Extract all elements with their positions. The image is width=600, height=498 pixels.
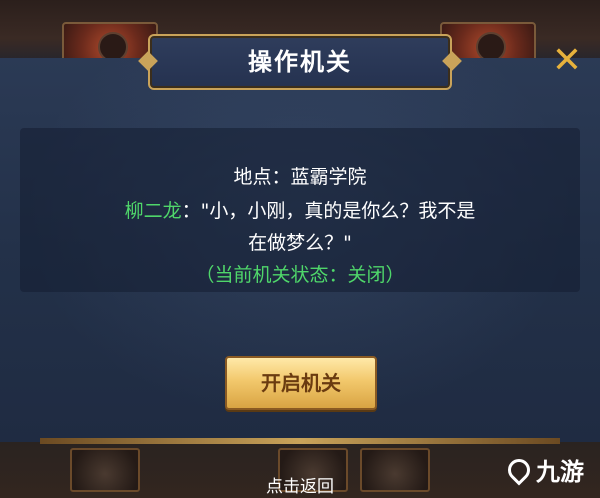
decorative-tile-a bbox=[70, 448, 140, 492]
tap-to-return-hint[interactable]: 点击返回 bbox=[230, 472, 370, 497]
decorative-tile-c bbox=[360, 448, 430, 492]
speech-line-1: 柳二龙："小，小刚，真的是你么？我不是 bbox=[0, 196, 600, 223]
mechanism-status-text: （当前机关状态：关闭） bbox=[195, 264, 405, 286]
dialog-title: 操作机关 bbox=[248, 48, 352, 76]
speech-text-1: ："小，小刚，真的是你么？我不是 bbox=[181, 200, 476, 222]
watermark-logo: 九游 bbox=[503, 452, 596, 492]
gold-trim-strip bbox=[40, 438, 560, 444]
jiuyou-logo-icon bbox=[503, 453, 535, 486]
speaker-name: 柳二龙 bbox=[124, 200, 182, 222]
close-icon[interactable]: ✕ bbox=[550, 43, 584, 79]
watermark-text: 九游 bbox=[536, 458, 584, 486]
location-text: 地点：蓝霸学院 bbox=[233, 166, 367, 188]
open-mechanism-button[interactable]: 开启机关 bbox=[225, 356, 377, 410]
speech-line-2: 在做梦么？" bbox=[248, 232, 352, 254]
